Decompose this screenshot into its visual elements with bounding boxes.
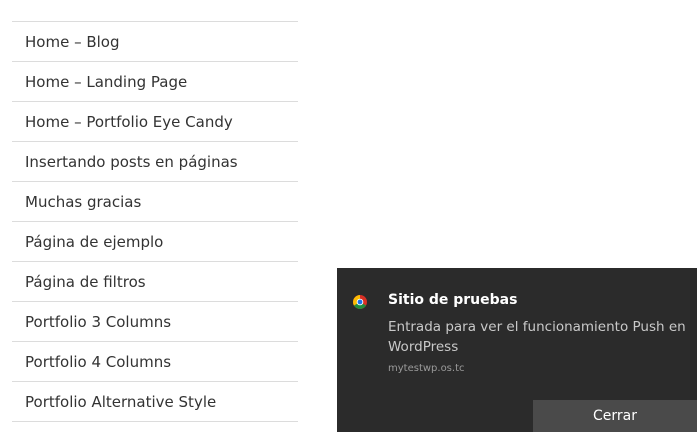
page-link[interactable]: Muchas gracias xyxy=(12,182,298,222)
close-button[interactable]: Cerrar xyxy=(533,400,697,432)
chrome-icon xyxy=(353,295,367,309)
page-link[interactable]: Página de filtros xyxy=(12,262,298,302)
page-link[interactable]: Home – Landing Page xyxy=(12,62,298,102)
page-link[interactable]: Portfolio 3 Columns xyxy=(12,302,298,342)
page-link[interactable]: Insertando posts en páginas xyxy=(12,142,298,182)
notification-body: Entrada para ver el funcionamiento Push … xyxy=(388,319,686,355)
notification-source: mytestwp.os.tc xyxy=(388,363,465,374)
page-link[interactable]: Home – Blog xyxy=(12,22,298,62)
notification-title: Sitio de pruebas xyxy=(388,292,518,308)
page-list: Home – Blog Home – Landing Page Home – P… xyxy=(12,21,298,422)
page-link[interactable]: Portfolio 4 Columns xyxy=(12,342,298,382)
page-link[interactable]: Home – Portfolio Eye Candy xyxy=(12,102,298,142)
push-notification[interactable]: Sitio de pruebas Entrada para ver el fun… xyxy=(337,268,697,432)
page-link[interactable]: Página de ejemplo xyxy=(12,222,298,262)
page-link[interactable]: Portfolio Alternative Style xyxy=(12,382,298,422)
